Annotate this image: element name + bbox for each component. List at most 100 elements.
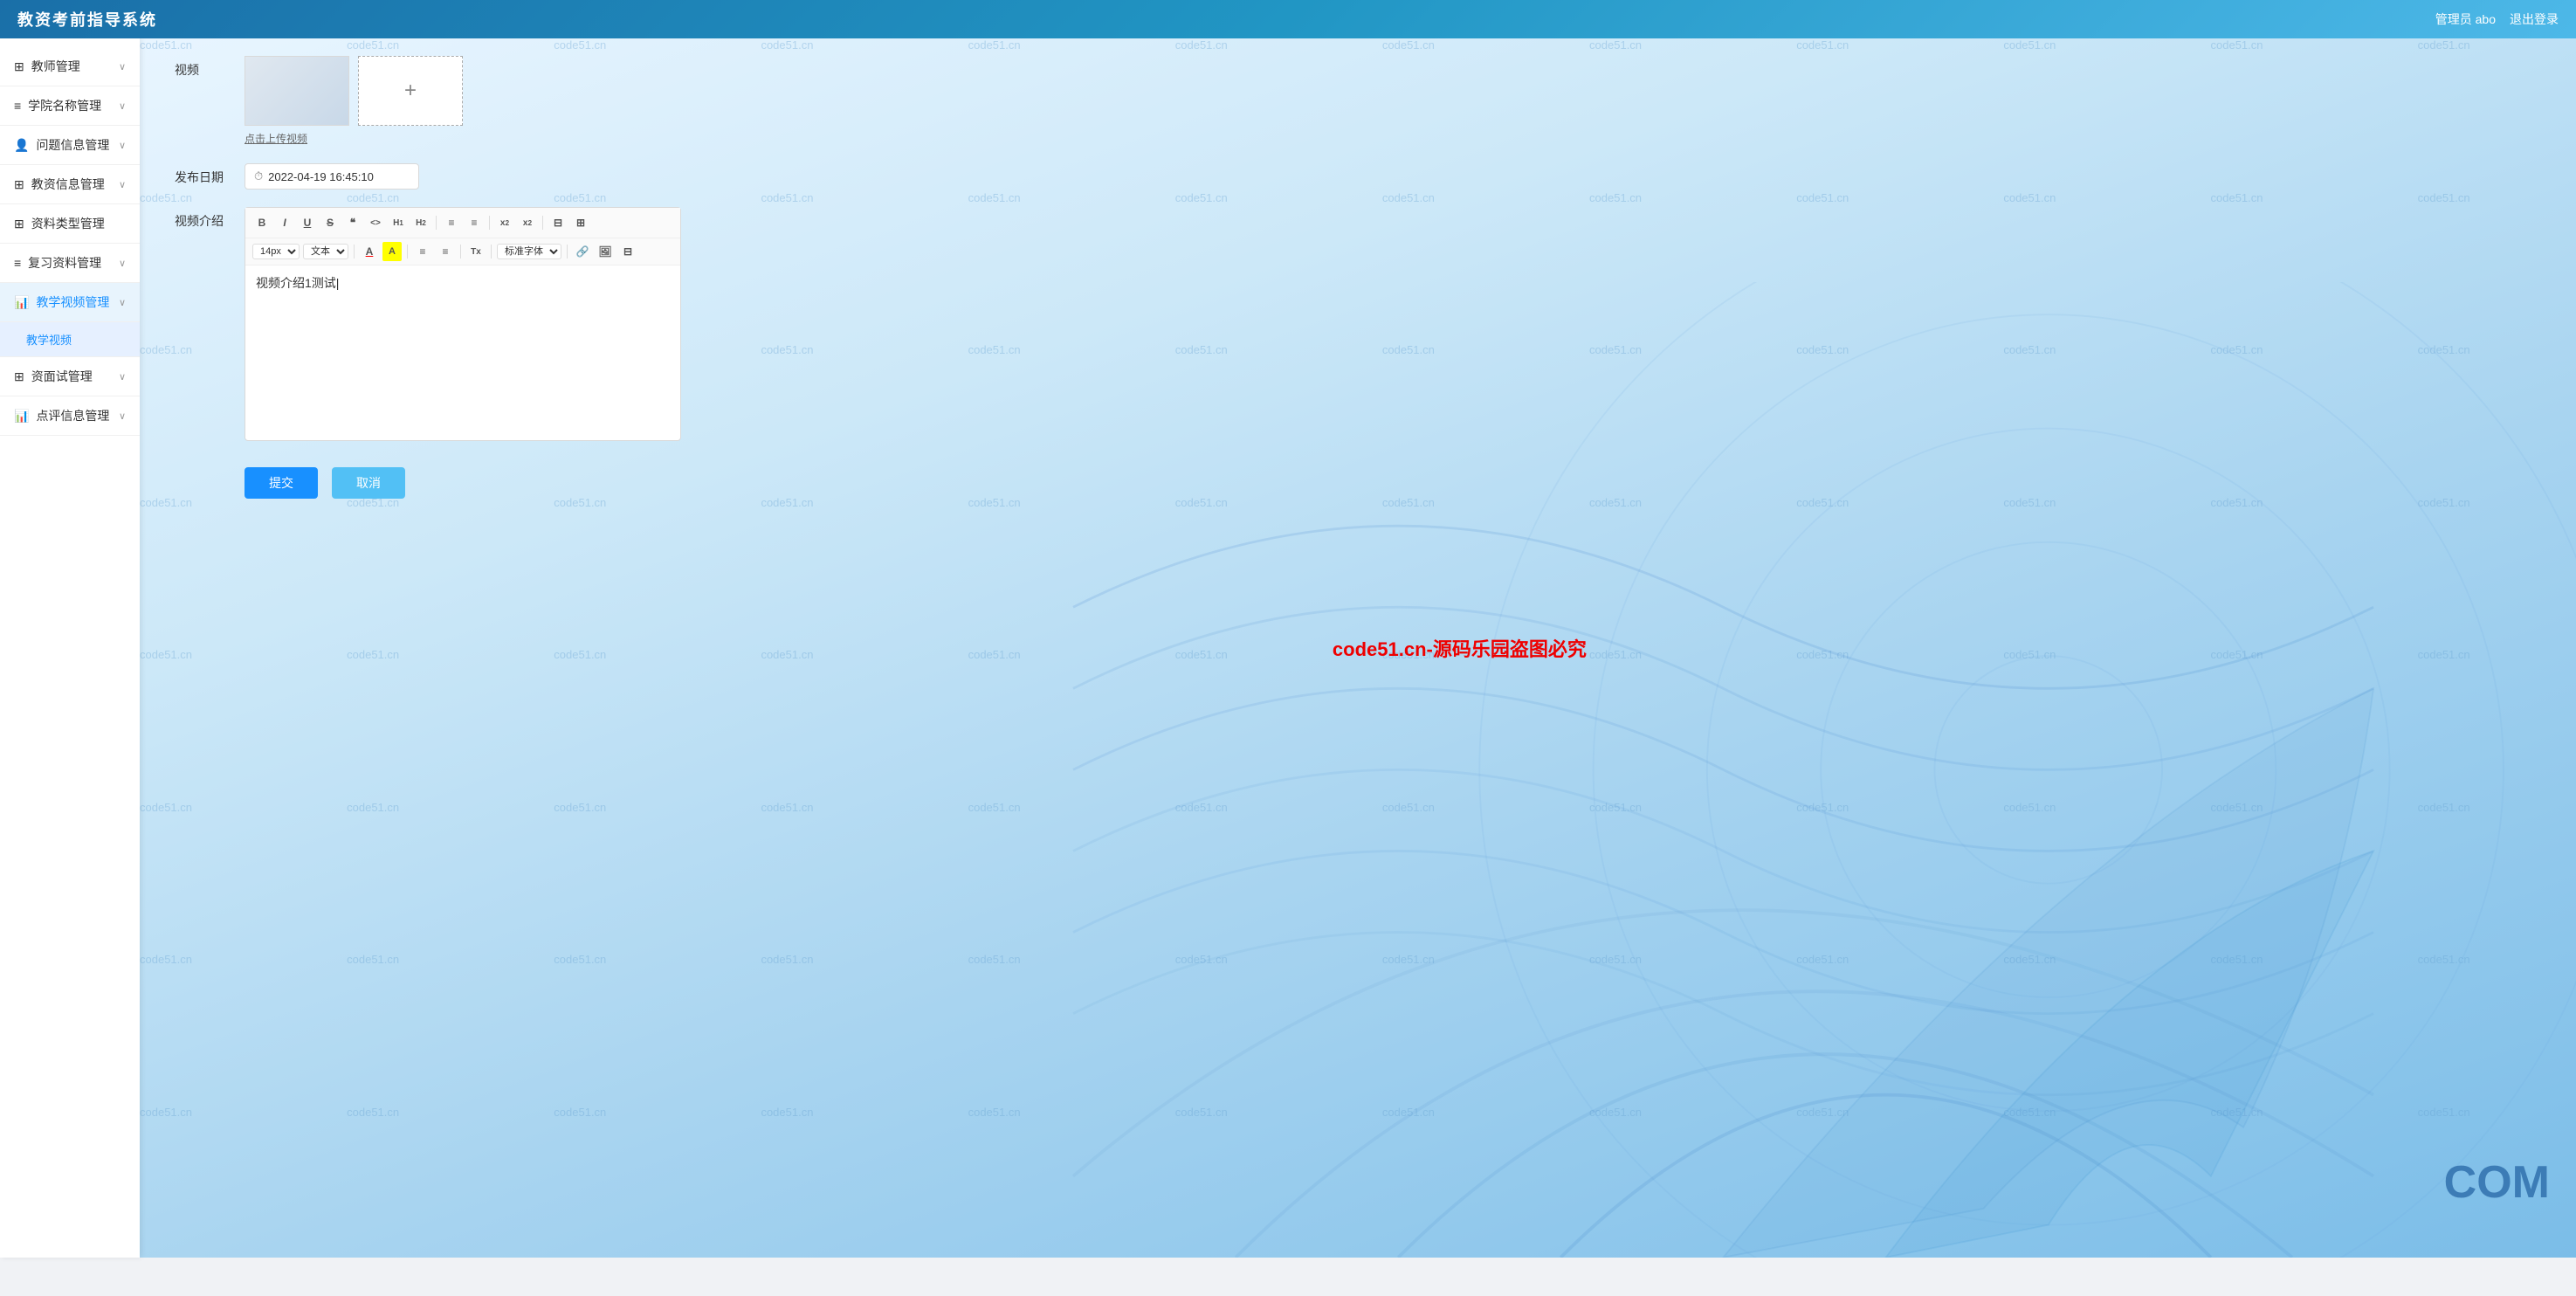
sidebar-item-interview[interactable]: ⊞ 资面试管理 ∨	[0, 357, 140, 396]
sidebar-item-comment[interactable]: 📊 点评信息管理 ∨	[0, 396, 140, 436]
subscript-button[interactable]: x2	[495, 213, 514, 232]
video-thumb-inner	[245, 57, 348, 125]
align-center-button[interactable]: ≡	[413, 242, 432, 261]
cancel-button[interactable]: 取消	[332, 467, 405, 499]
ordered-list-button[interactable]: ≡	[442, 213, 461, 232]
align-justify-button[interactable]: ≡	[436, 242, 455, 261]
video-thumbnail	[245, 56, 349, 126]
sidebar: ⊞ 教师管理 ∨ ≡ 学院名称管理 ∨ 👤 问题信息管理 ∨ ⊞ 教资信息管理	[0, 38, 140, 1258]
font-family-select[interactable]: 标准字体 宋体 微软雅黑	[497, 244, 561, 259]
image-button[interactable]: 🖼	[596, 242, 615, 261]
sidebar-item-review[interactable]: ≡ 复习资料管理 ∨	[0, 244, 140, 283]
editor-toolbar-row2: 14px 12px 16px 18px 文本 标题 A A	[245, 238, 680, 265]
toolbar-separator-5	[407, 245, 408, 259]
sidebar-item-teacher[interactable]: ⊞ 教师管理 ∨	[0, 47, 140, 86]
sidebar-item-edu-info[interactable]: ⊞ 教资信息管理 ∨	[0, 165, 140, 204]
chevron-down-icon-7: ∨	[119, 371, 126, 383]
chevron-down-icon-4: ∨	[119, 179, 126, 190]
submit-button[interactable]: 提交	[245, 467, 318, 499]
h1-button[interactable]: H1	[389, 213, 408, 232]
list-icon: ≡	[14, 99, 21, 113]
editor-toolbar-row1: B I U S ❝ <> H1 H2 ≡ ≡ x2	[245, 208, 680, 238]
admin-label: 管理员 abo	[2435, 10, 2496, 28]
video-upload-area: +	[245, 56, 786, 126]
underline-button[interactable]: U	[298, 213, 317, 232]
intro-content: B I U S ❝ <> H1 H2 ≡ ≡ x2	[245, 207, 786, 441]
chevron-down-icon-8: ∨	[119, 410, 126, 422]
strikethrough-button[interactable]: S	[320, 213, 340, 232]
form-panel: 视频 + 点击上传视频 发布日期 ⏱ 2022	[140, 38, 821, 516]
upload-hint[interactable]: 点击上传视频	[245, 131, 786, 146]
font-type-select[interactable]: 文本 标题	[303, 244, 348, 259]
sidebar-label-comment: 点评信息管理	[36, 407, 109, 424]
chevron-down-icon: ∨	[119, 61, 126, 72]
date-input[interactable]: ⏱ 2022-04-19 16:45:10	[245, 163, 419, 190]
chevron-down-icon-2: ∨	[119, 100, 126, 112]
sidebar-item-material-type[interactable]: ⊞ 资料类型管理	[0, 204, 140, 244]
button-row: 提交 取消	[175, 467, 786, 499]
app-title: 教资考前指导系统	[17, 8, 157, 31]
editor-body[interactable]: 视频介绍1测试	[245, 265, 680, 440]
grid-icon-2: ⊞	[14, 177, 24, 192]
h2-button[interactable]: H2	[411, 213, 430, 232]
sidebar-label-review: 复习资料管理	[28, 254, 101, 272]
list-icon-2: ≡	[14, 256, 21, 270]
sidebar-label-edu: 教资信息管理	[31, 176, 105, 193]
toolbar-separator-6	[460, 245, 461, 259]
sidebar-label-material: 资料类型管理	[31, 215, 105, 232]
editor-content: 视频介绍1测试	[256, 276, 336, 290]
grid-icon: ⊞	[14, 59, 24, 74]
sidebar-item-video-sub[interactable]: 教学视频	[0, 322, 140, 357]
clock-icon: ⏱	[254, 169, 263, 183]
toolbar-separator-2	[489, 216, 490, 230]
date-content: ⏱ 2022-04-19 16:45:10	[245, 163, 786, 190]
bg-color-button[interactable]: A	[382, 242, 402, 261]
chevron-down-icon-5: ∨	[119, 258, 126, 269]
bullet-list-button[interactable]: ≡	[465, 213, 484, 232]
date-form-row: 发布日期 ⏱ 2022-04-19 16:45:10	[175, 163, 786, 190]
indent-button[interactable]: ⊞	[571, 213, 590, 232]
header-right: 管理员 abo 退出登录	[2435, 10, 2559, 28]
logout-button[interactable]: 退出登录	[2510, 10, 2559, 28]
code-button[interactable]: <>	[366, 213, 385, 232]
grid-icon-3: ⊞	[14, 217, 24, 231]
main-content: code51.cncode51.cncode51.cncode51.cncode…	[140, 38, 2576, 1258]
layout: ⊞ 教师管理 ∨ ≡ 学院名称管理 ∨ 👤 问题信息管理 ∨ ⊞ 教资信息管理	[0, 38, 2576, 1258]
video-content: + 点击上传视频	[245, 56, 786, 146]
video-form-row: 视频 + 点击上传视频	[175, 56, 786, 146]
video-label: 视频	[175, 56, 245, 79]
text-color-button[interactable]: A	[360, 242, 379, 261]
person-icon: 👤	[14, 138, 29, 153]
date-value: 2022-04-19 16:45:10	[268, 170, 374, 183]
sidebar-item-college[interactable]: ≡ 学院名称管理 ∨	[0, 86, 140, 126]
sidebar-item-video-mgmt[interactable]: 📊 教学视频管理 ∨	[0, 283, 140, 322]
table-button[interactable]: ⊟	[618, 242, 637, 261]
header: 教资考前指导系统 管理员 abo 退出登录	[0, 0, 2576, 38]
sidebar-item-problem[interactable]: 👤 问题信息管理 ∨	[0, 126, 140, 165]
superscript-button[interactable]: x2	[518, 213, 537, 232]
chart-icon: 📊	[14, 295, 29, 310]
clear-format-button[interactable]: Tx	[466, 242, 486, 261]
text-cursor	[336, 276, 340, 290]
sidebar-label-interview: 资面试管理	[31, 368, 93, 385]
toolbar-separator-7	[491, 245, 492, 259]
sidebar-label-video: 教学视频管理	[36, 293, 109, 311]
bold-button[interactable]: B	[252, 213, 272, 232]
rich-text-editor: B I U S ❝ <> H1 H2 ≡ ≡ x2	[245, 207, 681, 441]
intro-form-row: 视频介绍 B I U S ❝ <> H1 H2	[175, 207, 786, 441]
outdent-button[interactable]: ⊟	[548, 213, 568, 232]
sidebar-label-problem: 问题信息管理	[36, 136, 109, 154]
chevron-down-icon-6: ∨	[119, 297, 126, 308]
quote-button[interactable]: ❝	[343, 213, 362, 232]
video-add-button[interactable]: +	[358, 56, 463, 126]
sidebar-label-video-sub: 教学视频	[26, 334, 72, 347]
font-size-select[interactable]: 14px 12px 16px 18px	[252, 244, 300, 259]
com-badge: COM	[2444, 1160, 2550, 1205]
sidebar-label-teacher: 教师管理	[31, 58, 80, 75]
italic-button[interactable]: I	[275, 213, 294, 232]
link-button[interactable]: 🔗	[573, 242, 592, 261]
sidebar-label-college: 学院名称管理	[28, 97, 101, 114]
toolbar-separator-8	[567, 245, 568, 259]
copyright-red: code51.cn-源码乐园盗图必究	[1333, 634, 1587, 662]
intro-label: 视频介绍	[175, 207, 245, 230]
